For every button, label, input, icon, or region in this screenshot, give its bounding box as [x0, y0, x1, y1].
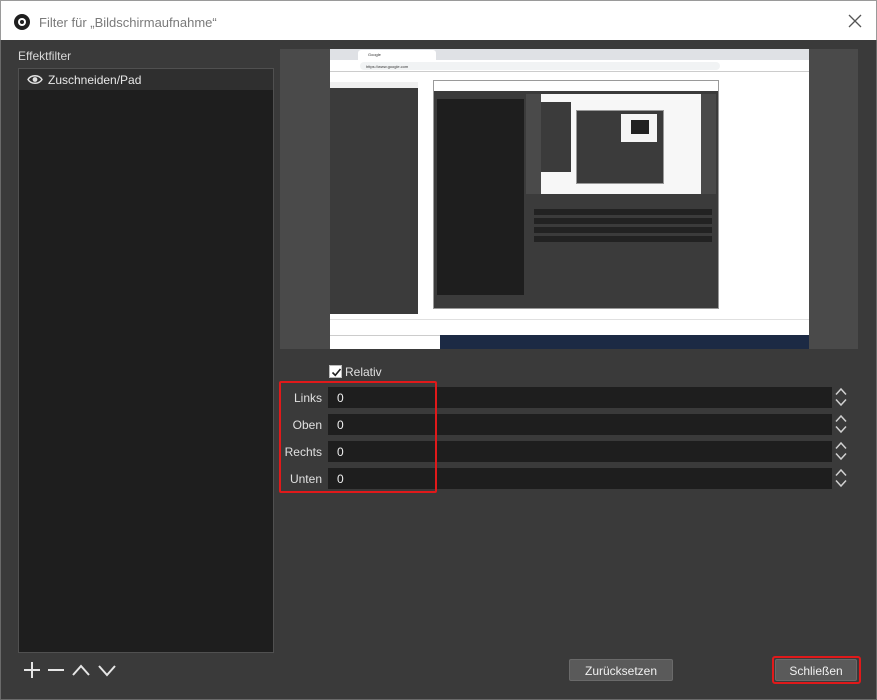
close-icon[interactable] — [848, 14, 862, 28]
reset-button[interactable]: Zurücksetzen — [569, 659, 673, 681]
filter-item-label: Zuschneiden/Pad — [48, 73, 142, 87]
crop-bottom-spinner — [833, 468, 849, 489]
spin-up-icon[interactable] — [834, 441, 848, 450]
title-bar: Filter für „Bildschirmaufnahme“ — [0, 0, 877, 40]
move-down-icon[interactable] — [97, 660, 117, 680]
window-title: Filter für „Bildschirmaufnahme“ — [39, 15, 217, 30]
preview-browser-tab: Google — [358, 50, 436, 60]
effect-filters-label: Effektfilter — [18, 49, 72, 63]
spin-down-icon[interactable] — [834, 452, 848, 461]
spin-up-icon[interactable] — [834, 387, 848, 396]
obs-logo-icon — [14, 14, 30, 30]
spin-down-icon[interactable] — [834, 479, 848, 488]
filter-list[interactable]: Zuschneiden/Pad — [18, 68, 274, 653]
relative-checkbox[interactable] — [329, 365, 342, 378]
preview-browser-url: https://www.google.com — [360, 62, 720, 70]
crop-top-spinner — [833, 414, 849, 435]
filter-preview: Google https://www.google.com — [280, 49, 858, 349]
remove-icon[interactable] — [46, 660, 66, 680]
spin-down-icon[interactable] — [834, 425, 848, 434]
filter-item[interactable]: Zuschneiden/Pad — [19, 69, 273, 90]
spin-up-icon[interactable] — [834, 468, 848, 477]
crop-left-spinner — [833, 387, 849, 408]
crop-right-spinner — [833, 441, 849, 462]
checkmark-icon — [331, 368, 342, 377]
spin-up-icon[interactable] — [834, 414, 848, 423]
move-up-icon[interactable] — [71, 660, 91, 680]
spin-down-icon[interactable] — [834, 398, 848, 407]
crop-fields-highlight — [279, 381, 437, 493]
add-icon[interactable] — [22, 660, 42, 680]
preview-screenshot: Google https://www.google.com — [330, 49, 809, 349]
eye-icon[interactable] — [27, 74, 43, 85]
relative-label: Relativ — [345, 365, 382, 379]
close-button-highlight — [772, 656, 861, 684]
